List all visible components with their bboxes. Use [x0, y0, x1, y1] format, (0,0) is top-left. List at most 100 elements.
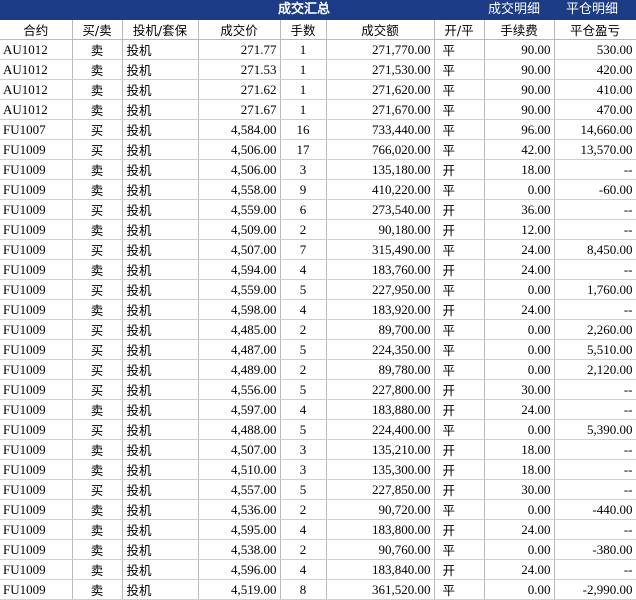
column-header-lots[interactable]: 手数 [280, 20, 327, 40]
tab-trade-details[interactable]: 成交明细 [488, 0, 540, 20]
column-header-open-close[interactable]: 开/平 [434, 20, 485, 40]
table-row[interactable]: FU1009 买投机 4,559.00 5 227,950.00 平 0.00 1,760.0… [0, 279, 636, 300]
column-header-hedge-flag[interactable]: 投机/套保 [122, 20, 199, 40]
cell-close-pnl: 2,120.00 [554, 359, 636, 380]
cell-side: 卖 [72, 399, 123, 420]
cell-amount: 183,840.00 [326, 559, 435, 580]
cell-price: 4,556.00 [198, 379, 281, 400]
table-row[interactable]: AU1012 卖投机 271.77 1 271,770.00 平 90.00 530.00 [0, 39, 636, 60]
cell-hedge-flag: 投机 [122, 479, 199, 500]
table-row[interactable]: FU1009 卖投机 4,519.00 8 361,520.00 平 0.00 -2,990.… [0, 579, 636, 600]
cell-amount: 271,530.00 [326, 59, 435, 80]
cell-price: 4,507.00 [198, 439, 281, 460]
table-row[interactable]: FU1009 买投机 4,557.00 5 227,850.00 开 30.00 -- [0, 479, 636, 500]
cell-lots: 2 [280, 539, 327, 560]
cell-lots: 4 [280, 259, 327, 280]
table-row[interactable]: FU1009 卖投机 4,506.00 3 135,180.00 开 18.00 -- [0, 159, 636, 180]
cell-close-pnl: -- [554, 479, 636, 500]
cell-price: 4,559.00 [198, 279, 281, 300]
cell-contract: AU1012 [0, 59, 73, 80]
cell-lots: 3 [280, 439, 327, 460]
cell-fee: 90.00 [484, 79, 555, 100]
table-row[interactable]: FU1009 卖投机 4,597.00 4 183,880.00 开 24.00 -- [0, 399, 636, 420]
cell-open-close: 平 [434, 499, 485, 520]
cell-price: 271.53 [198, 59, 281, 80]
table-row[interactable]: FU1009 卖投机 4,596.00 4 183,840.00 开 24.00 -- [0, 559, 636, 580]
table-row[interactable]: FU1009 卖投机 4,510.00 3 135,300.00 开 18.00 -- [0, 459, 636, 480]
cell-fee: 30.00 [484, 379, 555, 400]
table-row[interactable]: FU1009 买投机 4,506.00 17 766,020.00 平 42.00 13,57… [0, 139, 636, 160]
table-row[interactable]: FU1009 卖投机 4,507.00 3 135,210.00 开 18.00 -- [0, 439, 636, 460]
cell-fee: 90.00 [484, 59, 555, 80]
cell-close-pnl: 5,390.00 [554, 419, 636, 440]
cell-fee: 0.00 [484, 339, 555, 360]
tab-close-details[interactable]: 平仓明细 [566, 0, 618, 20]
cell-contract: AU1012 [0, 39, 73, 60]
table-row[interactable]: FU1009 买投机 4,507.00 7 315,490.00 平 24.00 8,450.… [0, 239, 636, 260]
table-row[interactable]: FU1007 买投机 4,584.00 16 733,440.00 平 96.00 14,66… [0, 119, 636, 140]
cell-amount: 766,020.00 [326, 139, 435, 160]
cell-side: 买 [72, 319, 123, 340]
cell-close-pnl: -- [554, 559, 636, 580]
cell-side: 卖 [72, 259, 123, 280]
table-row[interactable]: FU1009 买投机 4,556.00 5 227,800.00 开 30.00 -- [0, 379, 636, 400]
cell-lots: 5 [280, 419, 327, 440]
cell-fee: 24.00 [484, 299, 555, 320]
table-row[interactable]: FU1009 卖投机 4,538.00 2 90,760.00 平 0.00 -380.00 [0, 539, 636, 560]
table-row[interactable]: FU1009 买投机 4,488.00 5 224,400.00 平 0.00 5,390.0… [0, 419, 636, 440]
table-row[interactable]: FU1009 卖投机 4,598.00 4 183,920.00 开 24.00 -- [0, 299, 636, 320]
cell-contract: FU1009 [0, 399, 73, 420]
cell-contract: FU1009 [0, 419, 73, 440]
cell-price: 4,519.00 [198, 579, 281, 600]
cell-fee: 0.00 [484, 359, 555, 380]
cell-lots: 9 [280, 179, 327, 200]
cell-open-close: 平 [434, 179, 485, 200]
cell-fee: 0.00 [484, 539, 555, 560]
tab-trade-summary[interactable]: 成交汇总 [278, 0, 330, 20]
table-row[interactable]: FU1009 买投机 4,559.00 6 273,540.00 开 36.00 -- [0, 199, 636, 220]
table-row[interactable]: FU1009 卖投机 4,509.00 2 90,180.00 开 12.00 -- [0, 219, 636, 240]
cell-open-close: 平 [434, 239, 485, 260]
cell-price: 4,485.00 [198, 319, 281, 340]
cell-side: 买 [72, 479, 123, 500]
cell-contract: FU1009 [0, 179, 73, 200]
cell-price: 4,596.00 [198, 559, 281, 580]
table-row[interactable]: FU1009 买投机 4,487.00 5 224,350.00 平 0.00 5,510.0… [0, 339, 636, 360]
cell-fee: 24.00 [484, 259, 555, 280]
table-row[interactable]: AU1012 卖投机 271.53 1 271,530.00 平 90.00 420.00 [0, 59, 636, 80]
table-row[interactable]: AU1012 卖投机 271.62 1 271,620.00 平 90.00 410.00 [0, 79, 636, 100]
cell-side: 买 [72, 379, 123, 400]
table-row[interactable]: FU1009 卖投机 4,536.00 2 90,720.00 平 0.00 -440.00 [0, 499, 636, 520]
cell-contract: FU1009 [0, 579, 73, 600]
cell-contract: FU1009 [0, 519, 73, 540]
cell-side: 卖 [72, 439, 123, 460]
cell-side: 卖 [72, 299, 123, 320]
cell-amount: 90,180.00 [326, 219, 435, 240]
cell-side: 卖 [72, 59, 123, 80]
cell-side: 买 [72, 359, 123, 380]
column-header-close-pnl[interactable]: 平仓盈亏 [554, 20, 636, 40]
column-header-amount[interactable]: 成交额 [326, 20, 435, 40]
cell-hedge-flag: 投机 [122, 339, 199, 360]
column-header-side[interactable]: 买/卖 [72, 20, 123, 40]
table-row[interactable]: FU1009 卖投机 4,558.00 9 410,220.00 平 0.00 -60.00 [0, 179, 636, 200]
table-row[interactable]: FU1009 卖投机 4,595.00 4 183,800.00 开 24.00 -- [0, 519, 636, 540]
column-header-price[interactable]: 成交价 [198, 20, 281, 40]
table-row[interactable]: FU1009 卖投机 4,594.00 4 183,760.00 开 24.00 -- [0, 259, 636, 280]
cell-lots: 1 [280, 39, 327, 60]
cell-lots: 4 [280, 299, 327, 320]
column-header-fee[interactable]: 手续费 [484, 20, 555, 40]
cell-side: 卖 [72, 519, 123, 540]
cell-side: 买 [72, 339, 123, 360]
cell-open-close: 开 [434, 199, 485, 220]
column-header-contract[interactable]: 合约 [0, 20, 73, 40]
table-row[interactable]: FU1009 买投机 4,485.00 2 89,700.00 平 0.00 2,260.00 [0, 319, 636, 340]
cell-amount: 315,490.00 [326, 239, 435, 260]
cell-contract: FU1009 [0, 359, 73, 380]
cell-hedge-flag: 投机 [122, 419, 199, 440]
cell-contract: FU1009 [0, 139, 73, 160]
cell-amount: 361,520.00 [326, 579, 435, 600]
table-row[interactable]: AU1012 卖投机 271.67 1 271,670.00 平 90.00 470.00 [0, 99, 636, 120]
cell-lots: 6 [280, 199, 327, 220]
table-row[interactable]: FU1009 买投机 4,489.00 2 89,780.00 平 0.00 2,120.00 [0, 359, 636, 380]
